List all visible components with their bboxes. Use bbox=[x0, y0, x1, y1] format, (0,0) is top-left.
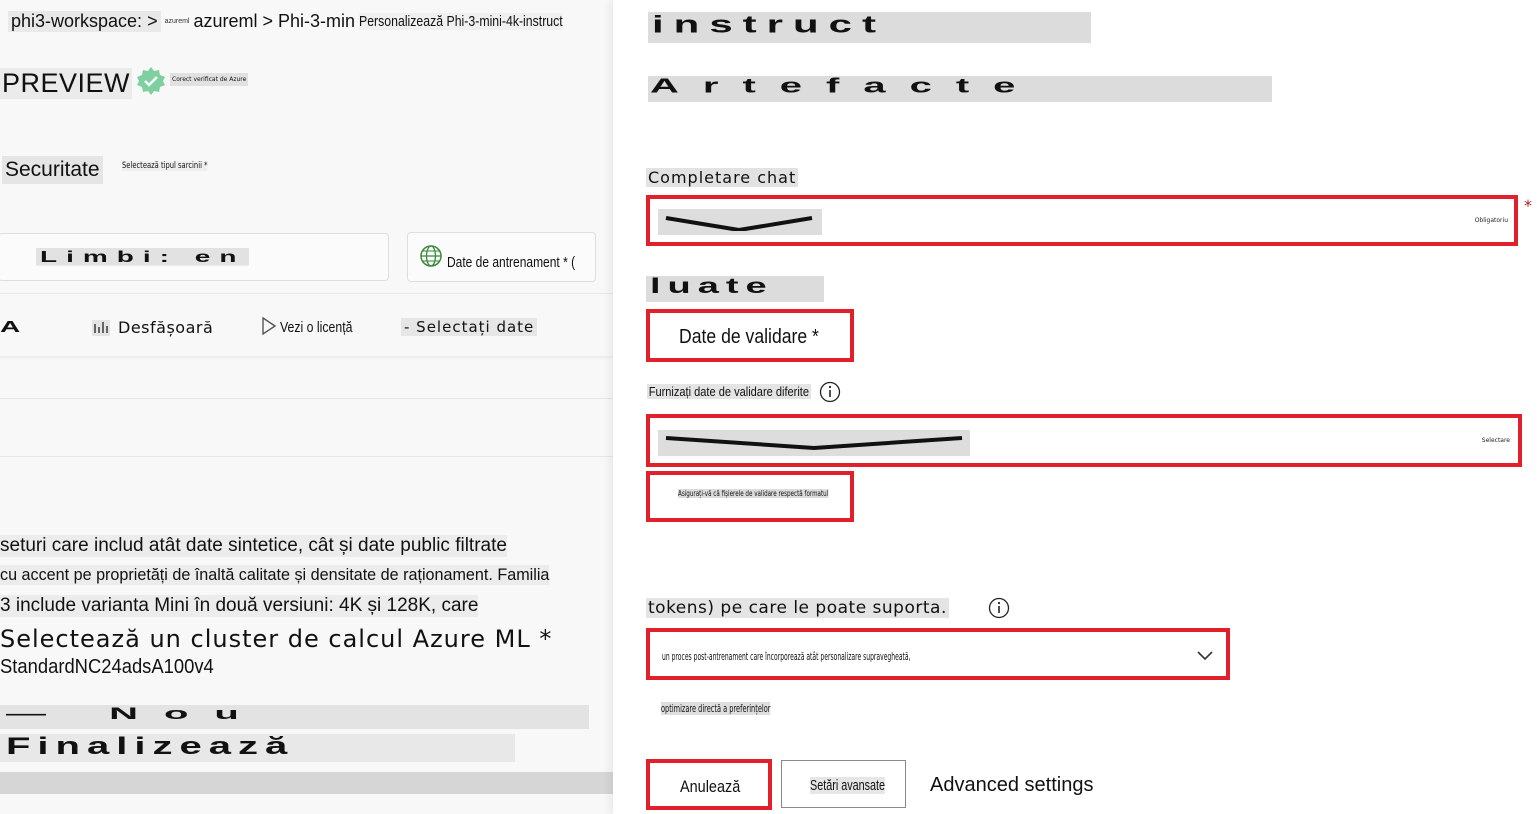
required-indicator: * bbox=[1524, 196, 1532, 215]
compute-cluster-label: Selectează un cluster de calcul Azure ML… bbox=[0, 625, 553, 653]
artifacts-heading: Artefacte bbox=[648, 76, 1272, 102]
finalize-label: Finalizează bbox=[6, 734, 295, 760]
security-tab[interactable]: Securitate bbox=[2, 156, 103, 184]
breadcrumb: phi3-workspace: > azureml azureml > Phi-… bbox=[8, 8, 607, 34]
task-type-label: Selectează tipul sarcinii * bbox=[122, 161, 208, 171]
fine-tune-panel: instruct Artefacte Completare chat * Obl… bbox=[613, 0, 1537, 814]
compute-sku-value[interactable]: StandardNC24adsA100v4 bbox=[0, 656, 214, 679]
task-dropdown-value bbox=[658, 209, 822, 235]
task-dropdown[interactable]: Obligatoriu bbox=[646, 195, 1518, 246]
description-line: seturi care includ atât date sintetice, … bbox=[0, 535, 507, 557]
toolbar-shadow bbox=[0, 356, 613, 360]
screen: phi3-workspace: > azureml azureml > Phi-… bbox=[0, 0, 1537, 814]
validation-data-label: Date de validare * bbox=[679, 326, 819, 348]
chevron-down-icon bbox=[1197, 651, 1213, 661]
model-details-pane: phi3-workspace: > azureml azureml > Phi-… bbox=[0, 0, 613, 814]
validation-dropdown-hint: Selectare bbox=[1481, 437, 1510, 444]
chevron-down-icon bbox=[665, 436, 963, 450]
breadcrumb-registry[interactable]: azureml > Phi-3-min bbox=[193, 11, 355, 32]
panel-title: instruct bbox=[648, 12, 1091, 43]
divider bbox=[0, 293, 613, 294]
artifacts-heading-text: Artefacte bbox=[650, 76, 1040, 97]
tokens-label: tokens) pe care le poate suporta. bbox=[646, 598, 949, 618]
languages-value: Limbi: en bbox=[36, 248, 250, 266]
task-dropdown-hint: Obligatoriu bbox=[1474, 217, 1508, 224]
taken-heading: luate bbox=[646, 276, 824, 302]
advanced-settings-link[interactable]: Advanced settings bbox=[930, 774, 1093, 797]
verified-badge-icon bbox=[137, 67, 165, 95]
new-compute-label: — Nou bbox=[6, 705, 265, 723]
tokens-dropdown[interactable]: un proces post-antrenament care încorpor… bbox=[646, 628, 1230, 680]
deploy-button[interactable]: Desfășoară bbox=[118, 318, 213, 337]
chevron-down-icon bbox=[665, 216, 813, 231]
description-line: cu accent pe proprietăți de înaltă calit… bbox=[0, 565, 550, 585]
training-data-label: Date de antrenament * ( bbox=[447, 254, 576, 271]
panel-title-text: instruct bbox=[652, 12, 887, 38]
finalize-button[interactable]: Finalizează bbox=[0, 734, 515, 762]
info-icon[interactable] bbox=[988, 597, 1010, 619]
taken-heading-text: luate bbox=[650, 276, 774, 298]
preview-label: PREVIEW bbox=[0, 68, 133, 99]
footnote-text: optimizare directă a preferințelor bbox=[661, 702, 771, 715]
breadcrumb-workspace[interactable]: phi3-workspace: > bbox=[8, 10, 161, 32]
divider bbox=[0, 398, 613, 399]
validation-dropdown[interactable]: Selectare bbox=[646, 414, 1522, 467]
provide-validation-label: Furnizați date de validare diferite bbox=[647, 384, 811, 399]
toolbar-a-button[interactable]: A bbox=[0, 318, 20, 336]
advanced-settings-button-label: Setări avansate bbox=[810, 777, 886, 794]
play-icon bbox=[262, 316, 277, 336]
validation-note: Asigurați-vă că fișierele de validare re… bbox=[678, 489, 829, 498]
deploy-icon bbox=[92, 320, 110, 336]
advanced-settings-button[interactable]: Setări avansate bbox=[781, 760, 906, 808]
select-data-button[interactable]: - Selectați date bbox=[401, 318, 538, 336]
globe-icon bbox=[420, 245, 442, 267]
validation-note-box[interactable]: Asigurați-vă că fișierele de validare re… bbox=[646, 471, 854, 522]
tokens-dropdown-value: un proces post-antrenament care încorpor… bbox=[662, 650, 911, 663]
validation-dropdown-value bbox=[658, 430, 970, 456]
description-line: 3 include varianta Mini în două versiuni… bbox=[0, 595, 479, 617]
info-icon[interactable] bbox=[819, 381, 841, 403]
verified-badge-text: Corect verificat de Azure bbox=[170, 73, 249, 86]
breadcrumb-tiny-segment[interactable]: azureml bbox=[165, 18, 190, 25]
view-license-link[interactable]: Vezi o licență bbox=[280, 319, 352, 336]
divider bbox=[0, 456, 613, 457]
new-compute-button[interactable]: — Nou bbox=[0, 705, 589, 729]
chat-completion-label: Completare chat bbox=[646, 168, 799, 187]
horizontal-scrollbar[interactable] bbox=[0, 772, 613, 794]
breadcrumb-current-page: Personalizează Phi-3-mini-4k-instruct bbox=[359, 12, 563, 30]
cancel-button[interactable]: Anulează bbox=[646, 759, 772, 810]
cancel-button-label: Anulează bbox=[680, 777, 741, 796]
